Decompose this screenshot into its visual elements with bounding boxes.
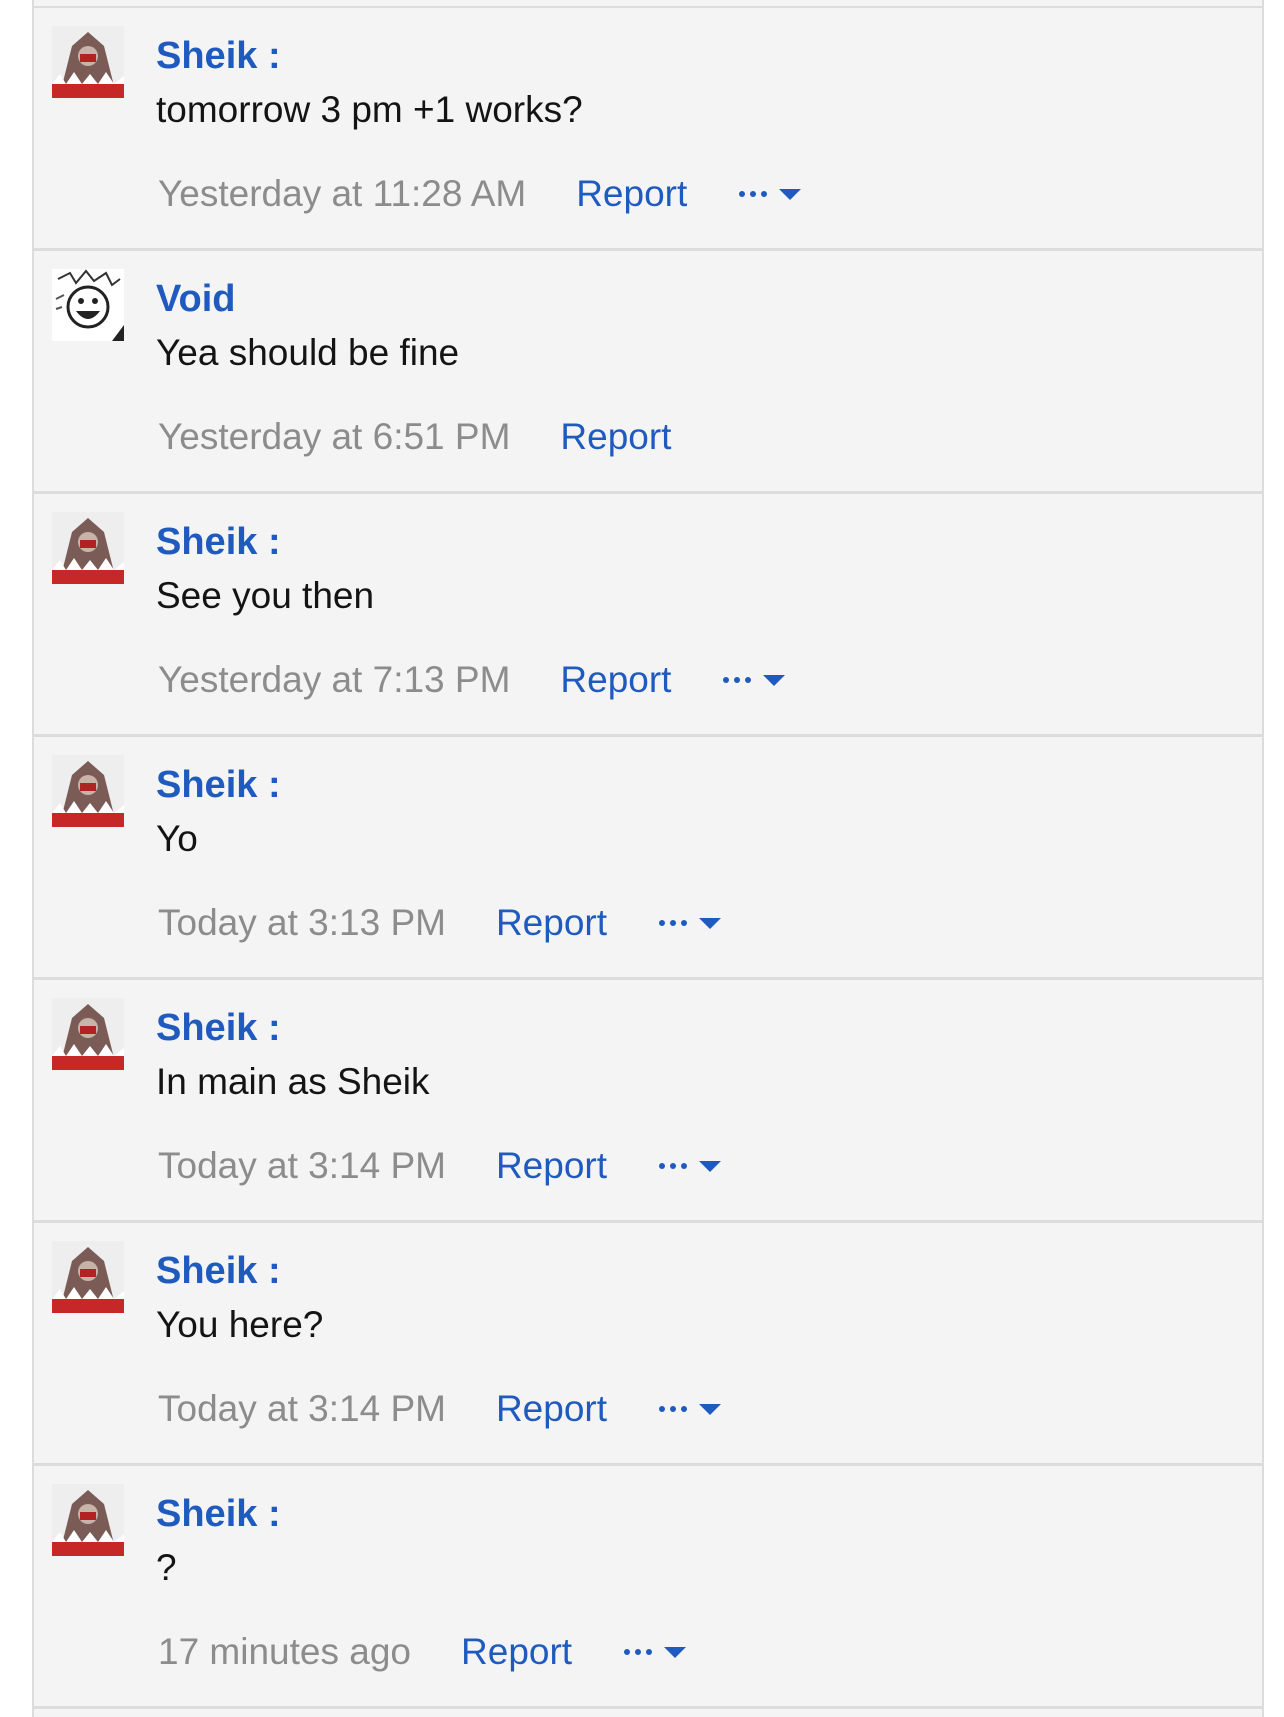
author-name[interactable]: Sheik : (156, 520, 281, 564)
report-link[interactable]: Report (496, 1145, 607, 1187)
message-meta: Today at 3:14 PM Report (158, 1387, 722, 1431)
more-actions-button[interactable] (659, 917, 722, 929)
sheik-avatar[interactable] (52, 998, 124, 1070)
ellipsis-icon (624, 1649, 653, 1655)
message-text: ? (156, 1547, 177, 1588)
message-text: You here? (156, 1304, 324, 1345)
message-meta: Today at 3:14 PM Report (158, 1144, 722, 1188)
message-item: Sheik : You here? Today at 3:14 PM Repor… (34, 1223, 1262, 1466)
message-thread: Sheik : tomorrow 3 pm +1 works? Yesterda… (32, 0, 1264, 1717)
chevron-down-icon (699, 917, 722, 929)
author-name[interactable]: Void (156, 277, 236, 321)
message-item: Sheik : See you then Yesterday at 7:13 P… (34, 494, 1262, 737)
timestamp[interactable]: Yesterday at 11:28 AM (158, 173, 526, 215)
chevron-down-icon (699, 1160, 722, 1172)
timestamp[interactable]: 17 minutes ago (158, 1631, 411, 1673)
report-link[interactable]: Report (461, 1631, 572, 1673)
message-item: Sheik : tomorrow 3 pm +1 works? Yesterda… (34, 8, 1262, 251)
author-name[interactable]: Sheik : (156, 1492, 281, 1536)
report-link[interactable]: Report (560, 659, 671, 701)
ellipsis-icon (723, 677, 752, 683)
chevron-down-icon (779, 188, 802, 200)
sheik-avatar[interactable] (52, 1241, 124, 1313)
message-meta: Yesterday at 11:28 AM Report (158, 172, 802, 216)
message-item: Void Yea should be fine Yesterday at 6:5… (34, 251, 1262, 494)
ellipsis-icon (659, 1163, 688, 1169)
more-actions-button[interactable] (659, 1403, 722, 1415)
author-name[interactable]: Sheik : (156, 763, 281, 807)
sheik-avatar[interactable] (52, 755, 124, 827)
timestamp[interactable]: Yesterday at 6:51 PM (158, 416, 510, 458)
message-meta: Yesterday at 7:13 PM Report (158, 658, 786, 702)
report-link[interactable]: Report (496, 902, 607, 944)
message-meta: 17 minutes ago Report (158, 1630, 687, 1674)
message-meta: Today at 3:13 PM Report (158, 901, 722, 945)
chevron-down-icon (763, 674, 786, 686)
ellipsis-icon (659, 920, 688, 926)
author-name[interactable]: Sheik : (156, 1249, 281, 1293)
timestamp[interactable]: Yesterday at 7:13 PM (158, 659, 510, 701)
timestamp[interactable]: Today at 3:13 PM (158, 902, 446, 944)
void-avatar[interactable] (52, 269, 124, 341)
message-text: Yea should be fine (156, 332, 460, 373)
ellipsis-icon (659, 1406, 688, 1412)
message-text: tomorrow 3 pm +1 works? (156, 89, 583, 130)
message-item: Sheik : In main as Sheik Today at 3:14 P… (34, 980, 1262, 1223)
message-text: Yo (156, 818, 198, 859)
message-item: Sheik : Yo Today at 3:13 PM Report (34, 737, 1262, 980)
message-text: In main as Sheik (156, 1061, 430, 1102)
timestamp[interactable]: Today at 3:14 PM (158, 1388, 446, 1430)
sheik-avatar[interactable] (52, 26, 124, 98)
report-link[interactable]: Report (496, 1388, 607, 1430)
more-actions-button[interactable] (624, 1646, 687, 1658)
chevron-down-icon (699, 1403, 722, 1415)
report-link[interactable]: Report (560, 416, 671, 458)
timestamp[interactable]: Today at 3:14 PM (158, 1145, 446, 1187)
chevron-down-icon (664, 1646, 687, 1658)
message-meta: Yesterday at 6:51 PM Report (158, 415, 671, 459)
sheik-avatar[interactable] (52, 512, 124, 584)
more-actions-button[interactable] (659, 1160, 722, 1172)
author-name[interactable]: Sheik : (156, 1006, 281, 1050)
message-text: See you then (156, 575, 375, 616)
ellipsis-icon (739, 191, 768, 197)
more-actions-button[interactable] (723, 674, 786, 686)
sheik-avatar[interactable] (52, 1484, 124, 1556)
author-name[interactable]: Sheik : (156, 34, 281, 78)
message-item: Sheik : ? 17 minutes ago Report (34, 1466, 1262, 1709)
report-link[interactable]: Report (576, 173, 687, 215)
more-actions-button[interactable] (739, 188, 802, 200)
